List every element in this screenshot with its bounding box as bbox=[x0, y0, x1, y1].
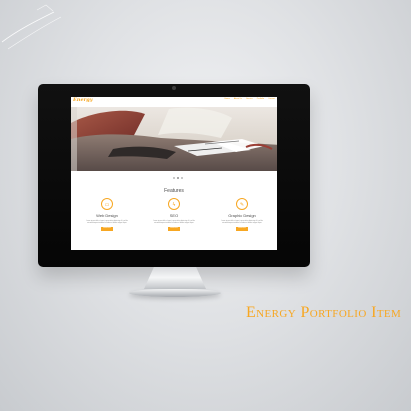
website-navigation: Energy Home About Us Service Portfolio C… bbox=[71, 97, 277, 105]
desktop-monitor: Energy Home About Us Service Portfolio C… bbox=[38, 84, 310, 267]
features-heading: Features bbox=[164, 188, 184, 194]
portfolio-caption: Energy Portfolio Item bbox=[246, 304, 402, 321]
pen-icon: ✎ bbox=[236, 198, 248, 210]
feature-text-graphic-design: Lorem ipsum dolor sit amet, consectetur … bbox=[221, 221, 263, 224]
nav-service[interactable]: Service bbox=[246, 98, 253, 100]
nav-about-us[interactable]: About Us bbox=[234, 98, 242, 100]
feature-web-design: ▭ Web Design Lorem ipsum dolor sit amet,… bbox=[79, 198, 135, 244]
presentation-scene: Energy Home About Us Service Portfolio C… bbox=[0, 0, 411, 411]
monitor-stand-base bbox=[129, 289, 221, 297]
nav-contact[interactable]: Contact bbox=[268, 98, 275, 100]
monitor-stand-neck bbox=[144, 267, 206, 289]
feature-graphic-design: ✎ Graphic Design Lorem ipsum dolor sit a… bbox=[214, 198, 270, 244]
monitor-icon: ▭ bbox=[101, 198, 113, 210]
lightning-icon: ϟ bbox=[168, 198, 180, 210]
hero-image bbox=[71, 107, 277, 171]
feature-text-web-design: Lorem ipsum dolor sit amet, consectetur … bbox=[86, 221, 128, 224]
carousel-dot-3[interactable] bbox=[181, 177, 183, 179]
sketch-lines-decoration bbox=[1, 4, 62, 50]
feature-title-seo: SEO bbox=[169, 213, 179, 218]
feature-title-graphic-design: Graphic Design bbox=[228, 213, 256, 218]
website-logo[interactable]: Energy bbox=[73, 98, 93, 103]
read-more-button-graphic-design[interactable]: Read More bbox=[236, 227, 248, 231]
nav-portfolio[interactable]: Portfolio bbox=[257, 98, 264, 100]
read-more-button-web-design[interactable]: Read More bbox=[101, 227, 113, 231]
feature-title-web-design: Web Design bbox=[96, 213, 118, 218]
carousel-indicators bbox=[173, 177, 183, 179]
office-photo bbox=[71, 107, 277, 171]
camera-dot bbox=[172, 86, 176, 90]
carousel-dot-2-active[interactable] bbox=[177, 177, 179, 179]
feature-text-seo: Lorem ipsum dolor sit amet, consectetur … bbox=[153, 221, 195, 224]
carousel-dot-1[interactable] bbox=[173, 177, 175, 179]
read-more-button-seo[interactable]: Read More bbox=[168, 227, 180, 231]
nav-home[interactable]: Home bbox=[225, 98, 230, 100]
nav-links: Home About Us Service Portfolio Contact bbox=[225, 98, 276, 100]
feature-seo: ϟ SEO Lorem ipsum dolor sit amet, consec… bbox=[146, 198, 202, 244]
website-screen: Energy Home About Us Service Portfolio C… bbox=[71, 97, 277, 250]
